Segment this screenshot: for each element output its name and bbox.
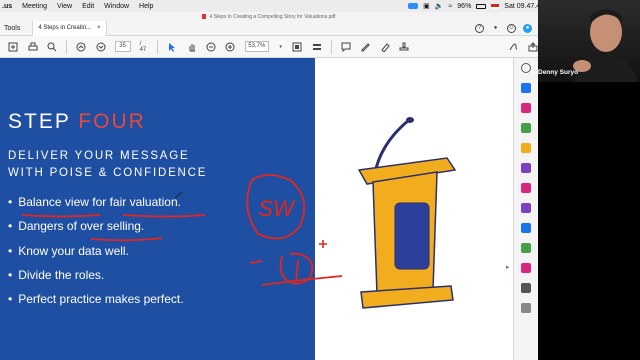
- toolbar-divider: [157, 39, 159, 54]
- zoom-out-icon[interactable]: [206, 41, 216, 53]
- protect-icon[interactable]: [521, 223, 531, 233]
- toolbar-divider: [66, 39, 67, 54]
- zoom-level-select[interactable]: 53,7%: [244, 41, 270, 52]
- slide-subtitle-line: WITH POISE & CONFIDENCE: [8, 167, 208, 179]
- slide-title: STEP FOUR: [8, 110, 146, 134]
- highlight-icon[interactable]: [380, 41, 390, 53]
- comment-tool-icon[interactable]: [521, 143, 531, 153]
- prepare-form-icon[interactable]: [521, 263, 531, 273]
- sign-icon[interactable]: [508, 41, 518, 53]
- page-down-icon[interactable]: [95, 41, 106, 53]
- cast-icon[interactable]: ▣: [423, 2, 430, 10]
- bullet-item: Perfect practice makes perfect.: [8, 292, 183, 316]
- menu-item-edit[interactable]: Edit: [77, 3, 99, 10]
- zoom-icon[interactable]: [521, 63, 531, 73]
- bullet-item: Divide the roles.: [8, 268, 184, 292]
- podium-illustration: [357, 117, 457, 309]
- export-pdf-icon[interactable]: [521, 83, 531, 93]
- page-up-icon[interactable]: [76, 41, 86, 53]
- slide-title-step: STEP: [8, 110, 71, 133]
- volume-icon[interactable]: 🔉: [435, 2, 444, 10]
- tab-document[interactable]: 4 Steps in Creatin... ×: [32, 20, 107, 36]
- scroll-mode-icon[interactable]: [312, 41, 322, 53]
- send-sign-icon[interactable]: [521, 203, 531, 213]
- edit-pdf-icon[interactable]: [521, 103, 531, 113]
- menu-app-name[interactable]: .us: [0, 3, 17, 10]
- webcam-video: Denny Suryo: [538, 0, 640, 82]
- share-icon[interactable]: [528, 41, 538, 53]
- hand-icon[interactable]: [186, 41, 196, 53]
- battery-percent: 96%: [457, 2, 472, 10]
- select-arrow-icon[interactable]: [167, 41, 177, 53]
- sign-in-icon[interactable]: ☺: [507, 23, 516, 33]
- create-pdf-icon[interactable]: [8, 41, 18, 53]
- comment-icon[interactable]: [341, 41, 351, 53]
- more-tools-icon[interactable]: [521, 303, 531, 313]
- battery-icon[interactable]: [476, 3, 487, 9]
- pen-icon[interactable]: [360, 41, 371, 53]
- page-total: / 47: [139, 40, 147, 53]
- toolbar-divider: [330, 39, 332, 54]
- combine-files-icon[interactable]: [521, 163, 531, 173]
- slide-subtitle-line: DELIVER YOUR MESSAGE: [8, 150, 190, 162]
- organize-pages-icon[interactable]: [521, 123, 531, 133]
- webcam-background: [538, 82, 640, 360]
- tab-tools[interactable]: Tools: [0, 25, 32, 32]
- help-icon[interactable]: ?: [475, 23, 484, 33]
- window-title: 4 Steps in Creating a Compelling Story f…: [209, 13, 336, 20]
- bullet-item: Balance view for fair valuation.: [8, 195, 184, 219]
- document-viewport[interactable]: STEP FOUR DELIVER YOUR MESSAGE WITH POIS…: [0, 58, 513, 360]
- slide-title-number: FOUR: [78, 110, 146, 133]
- wifi-icon[interactable]: ≈: [448, 3, 452, 10]
- enhance-scans-icon[interactable]: [521, 243, 531, 253]
- chevron-down-icon[interactable]: ▾: [278, 41, 283, 53]
- zoom-status-icon[interactable]: [408, 3, 419, 9]
- slide-subtitle: DELIVER YOUR MESSAGE WITH POISE & CONFID…: [8, 148, 207, 182]
- flag-icon[interactable]: [491, 3, 500, 9]
- page-number-input[interactable]: 35: [114, 41, 131, 52]
- participant-name: Denny Suryo: [538, 69, 579, 76]
- notifications-icon[interactable]: ●: [491, 24, 500, 33]
- search-icon[interactable]: [47, 41, 57, 53]
- menu-item-meeting[interactable]: Meeting: [17, 3, 52, 10]
- bullet-item: Know your data well.: [8, 244, 184, 268]
- toolbar: 35 / 47 53,7% ▾: [0, 36, 538, 58]
- slide-image-panel: [315, 58, 513, 360]
- menu-item-view[interactable]: View: [52, 3, 77, 10]
- menu-item-help[interactable]: Help: [134, 3, 158, 10]
- tab-document-label: 4 Steps in Creatin...: [38, 25, 92, 31]
- menu-item-window[interactable]: Window: [99, 3, 134, 10]
- stamp-icon[interactable]: [399, 41, 409, 53]
- account-icon[interactable]: ●: [523, 23, 532, 33]
- fit-page-icon[interactable]: [292, 41, 302, 53]
- fill-sign-icon[interactable]: [521, 183, 531, 193]
- zoom-in-icon[interactable]: [225, 41, 235, 53]
- collapse-panel-icon[interactable]: ▸: [506, 263, 510, 271]
- pdf-file-icon: [202, 14, 207, 19]
- bullet-item: Dangers of over selling.: [8, 219, 184, 243]
- slide-text-panel: STEP FOUR DELIVER YOUR MESSAGE WITH POIS…: [0, 58, 315, 360]
- redact-icon[interactable]: [521, 283, 531, 293]
- tabs-row: Tools 4 Steps in Creatin... × ? ● ☺ ●: [0, 20, 538, 36]
- right-tools-panel: [513, 58, 538, 360]
- print-icon[interactable]: [27, 41, 38, 53]
- slide-bullet-list: Balance view for fair valuation. Dangers…: [8, 195, 184, 316]
- tab-close-icon[interactable]: ×: [97, 25, 101, 31]
